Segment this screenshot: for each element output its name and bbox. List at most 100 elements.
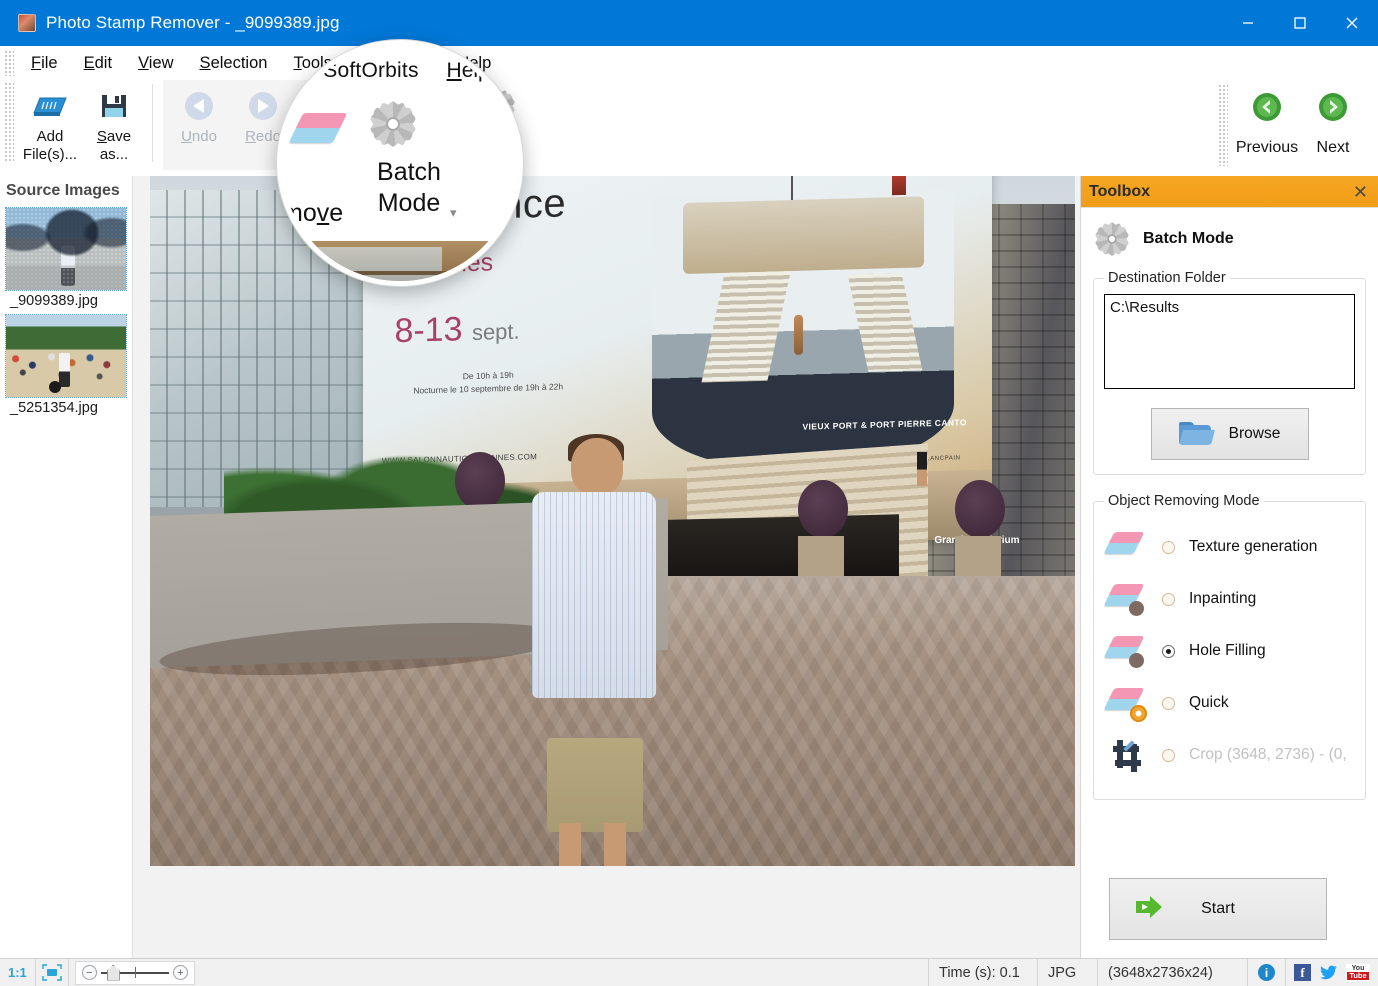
nav-grip-handle[interactable] (1218, 84, 1228, 166)
fit-to-screen-button[interactable] (36, 959, 69, 986)
ribbon-group-navigation: Previous Next (1218, 84, 1366, 166)
zoom-slider-tick (135, 967, 136, 978)
next-label: Next (1317, 139, 1350, 157)
start-label: Start (1201, 900, 1235, 918)
object-removing-mode-group: Object Removing Mode Texture generation … (1093, 493, 1366, 800)
photo-background-person (917, 452, 927, 486)
ribbon-toolbar: Add File(s)... Save as... (0, 80, 1378, 172)
toolbox-mode-title: Batch Mode (1143, 230, 1234, 248)
browse-button[interactable]: Browse (1151, 408, 1309, 460)
source-images-title: Source Images (0, 176, 132, 208)
title-bar: Photo Stamp Remover - _9099389.jpg (0, 0, 1378, 46)
magnifier-batch-word: Batch (344, 157, 474, 188)
magnifier-menu-text: ols SoftOrbits Help (290, 59, 523, 83)
dimensions-indicator: (3648x2736x24) (1098, 959, 1248, 986)
app-icon (18, 14, 36, 32)
youtube-icon[interactable]: You Tube (1346, 964, 1370, 982)
photo-planter-bush-1 (455, 452, 505, 510)
menu-bar: File Edit View Selection Tools SoftOrbit… (0, 46, 1378, 80)
zoom-slider-handle[interactable] (107, 965, 120, 981)
menu-file[interactable]: File (18, 46, 71, 80)
menu-view[interactable]: View (125, 46, 186, 80)
add-files-label: Add File(s)... (18, 128, 82, 163)
maximize-button[interactable] (1274, 0, 1326, 46)
facebook-icon[interactable]: f (1294, 964, 1311, 981)
radio-crop[interactable] (1162, 749, 1175, 762)
source-thumbnail-1[interactable] (6, 208, 126, 290)
photo-planter-3 (955, 536, 1001, 576)
radio-quick[interactable] (1162, 697, 1175, 710)
magnifier-gear-icon (370, 101, 416, 147)
radio-texture-generation[interactable] (1162, 541, 1175, 554)
social-links: f You Tube (1286, 959, 1378, 986)
menu-edit[interactable]: Edit (71, 46, 125, 80)
magnifier-photo-text: al (494, 233, 514, 264)
next-icon (1318, 92, 1348, 127)
status-bar: 1:1 − + Time (s): 0.1 JPG (3648x2736x24)… (0, 958, 1378, 986)
next-button[interactable]: Next (1300, 84, 1366, 157)
toolbox-body: Batch Mode Destination Folder Browse Obj… (1081, 208, 1378, 800)
mode-option-texture-generation[interactable]: Texture generation (1104, 525, 1355, 569)
eraser-blob-icon (1104, 584, 1148, 614)
mode-option-inpainting[interactable]: Inpainting (1104, 577, 1355, 621)
previous-button[interactable]: Previous (1234, 84, 1300, 157)
menu-grip-handle[interactable] (4, 50, 14, 76)
magnifier-remove-label: move (282, 199, 343, 228)
mode-option-quick[interactable]: Quick (1104, 681, 1355, 725)
crop-icon (1104, 738, 1148, 772)
close-button[interactable] (1326, 0, 1378, 46)
mode-label-inpainting: Inpainting (1189, 590, 1256, 608)
folder-icon (1179, 422, 1213, 446)
source-filename-1: _9099389.jpg (6, 290, 132, 309)
start-button[interactable]: Start (1109, 878, 1327, 940)
source-image-item-2[interactable]: _5251354.jpg (0, 315, 132, 416)
image-canvas-area[interactable]: Plaisance Cannes 8-13 sept. De 10h à 19h… (133, 176, 1080, 958)
eraser-icon (1104, 532, 1148, 562)
add-files-button[interactable]: Add File(s)... (18, 80, 82, 168)
start-arrow-icon (1132, 893, 1174, 926)
undo-button[interactable]: Undo (167, 80, 231, 168)
ribbon-group-file: Add File(s)... Save as... (14, 80, 163, 170)
eraser-clock-icon (1104, 688, 1148, 718)
destination-folder-legend: Destination Folder (1104, 270, 1230, 286)
destination-folder-input[interactable] (1104, 294, 1355, 389)
source-thumbnail-2[interactable] (6, 315, 126, 397)
zoom-in-icon[interactable]: + (173, 965, 188, 980)
toolbox-title: Toolbox (1089, 183, 1150, 201)
radio-inpainting[interactable] (1162, 593, 1175, 606)
mode-label-texture-generation: Texture generation (1189, 538, 1317, 556)
toolbox-close-icon[interactable]: ✕ (1353, 183, 1368, 201)
twitter-icon[interactable] (1319, 964, 1338, 981)
photo-planter-bush-3 (955, 480, 1005, 538)
gear-icon (1095, 222, 1129, 256)
zoom-slider-track[interactable] (101, 966, 169, 980)
save-icon (98, 86, 130, 126)
destination-folder-group: Destination Folder Browse (1093, 270, 1366, 475)
zoom-ratio-indicator[interactable]: 1:1 (0, 959, 36, 986)
toolbox-panel: Toolbox ✕ Batch Mode Destination Folder … (1080, 176, 1378, 958)
zoom-out-icon[interactable]: − (82, 965, 97, 980)
window-title: Photo Stamp Remover - _9099389.jpg (46, 13, 340, 33)
mode-option-hole-filling[interactable]: Hole Filling (1104, 629, 1355, 673)
menu-selection[interactable]: Selection (187, 46, 281, 80)
save-as-button[interactable]: Save as... (82, 80, 146, 168)
info-button[interactable]: i (1248, 959, 1286, 986)
source-image-item-1[interactable]: _9099389.jpg (0, 208, 132, 309)
magnifier-menu-help: Help (447, 59, 490, 82)
format-indicator: JPG (1038, 959, 1098, 986)
application-window: Photo Stamp Remover - _9099389.jpg File … (0, 0, 1378, 986)
redo-label: Redo (245, 128, 281, 146)
magnifier-eraser-icon (296, 113, 330, 143)
ribbon-grip-handle[interactable] (4, 82, 14, 162)
source-filename-2: _5251354.jpg (6, 397, 132, 416)
zoom-slider[interactable]: − + (75, 961, 195, 985)
photo-subject-person (520, 438, 670, 866)
browse-label: Browse (1229, 425, 1281, 443)
youtube-bottom-label: Tube (1347, 972, 1368, 980)
mode-label-quick: Quick (1189, 694, 1229, 712)
mode-option-crop[interactable]: Crop (3648, 2736) - (0, (1104, 733, 1355, 777)
minimize-button[interactable] (1222, 0, 1274, 46)
radio-hole-filling[interactable] (1162, 645, 1175, 658)
magnifier-overlay: ols SoftOrbits Help Batch Mode move ▾ al (277, 40, 523, 286)
photo-planter-bush-2 (798, 480, 848, 538)
